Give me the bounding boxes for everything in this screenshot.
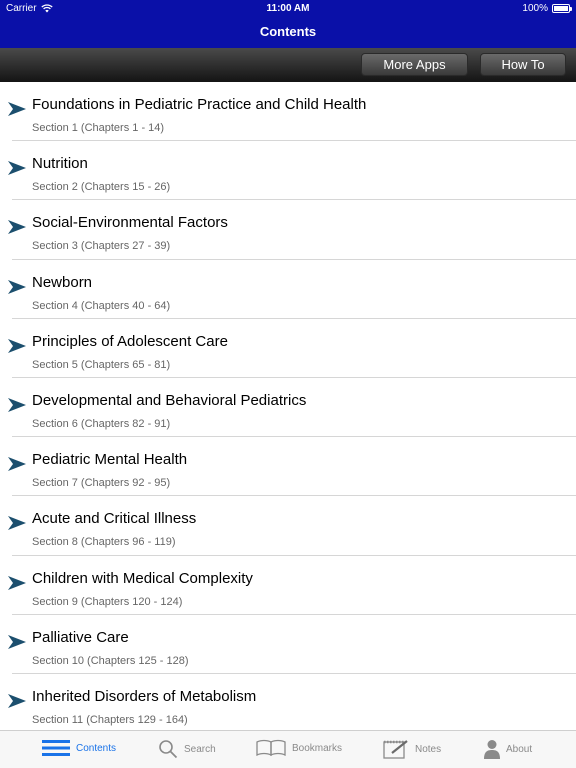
battery-icon <box>552 4 572 13</box>
page-title: Contents <box>259 24 317 39</box>
tab-search[interactable]: Search <box>158 739 216 759</box>
section-title: Newborn <box>32 273 93 291</box>
section-title: Palliative Care <box>32 628 129 646</box>
section-subtitle: Section 9 (Chapters 120 - 124) <box>32 595 183 608</box>
section-subtitle: Section 2 (Chapters 15 - 26) <box>32 181 171 194</box>
list-item[interactable]: Children with Medical Complexity Section … <box>0 556 576 615</box>
section-title: Developmental and Behavioral Pediatrics <box>32 391 307 409</box>
app-header: Carrier 11:00 AM 100% Contents <box>0 0 576 48</box>
list-item[interactable]: Pediatric Mental Health Section 7 (Chapte… <box>0 437 576 497</box>
battery-info: 100% <box>522 3 572 14</box>
list-icon <box>42 740 70 756</box>
section-subtitle: Section 3 (Chapters 27 - 39) <box>32 240 171 253</box>
tab-label: Search <box>184 743 216 755</box>
more-apps-button[interactable]: More Apps <box>361 53 468 76</box>
chevron-right-icon <box>8 516 26 531</box>
tab-label: About <box>506 743 533 755</box>
section-subtitle: Section 11 (Chapters 129 - 164) <box>32 713 188 726</box>
search-icon <box>159 740 178 759</box>
tab-label: Bookmarks <box>292 742 343 754</box>
tab-label: Contents <box>76 742 117 754</box>
section-subtitle: Section 5 (Chapters 65 - 81) <box>32 358 171 371</box>
chevron-right-icon <box>8 279 26 294</box>
chevron-right-icon <box>8 102 26 116</box>
section-list: Foundations in Pediatric Practice and Ch… <box>0 82 576 730</box>
list-item[interactable]: Foundations in Pediatric Practice and Ch… <box>0 82 576 142</box>
section-subtitle: Section 10 (Chapters 125 - 128) <box>32 654 189 667</box>
list-item[interactable]: Newborn Section 4 (Chapters 40 - 64) <box>0 260 576 319</box>
battery-percent: 100% <box>522 3 548 14</box>
toolbar: More Apps How To <box>0 48 576 82</box>
chevron-right-icon <box>8 220 26 235</box>
section-title: Principles of Adolescent Care <box>32 332 228 350</box>
status-time: 11:00 AM <box>266 3 310 14</box>
chevron-right-icon <box>8 397 26 412</box>
chevron-right-icon <box>8 457 26 472</box>
book-icon <box>256 739 286 757</box>
list-item[interactable]: Nutrition Section 2 (Chapters 15 - 26) <box>0 141 576 201</box>
section-subtitle: Section 1 (Chapters 1 - 14) <box>32 122 165 134</box>
tab-label: Notes <box>415 743 442 755</box>
section-title: Nutrition <box>32 155 88 173</box>
list-item[interactable]: Palliative Care Section 10 (Chapters 125 … <box>0 615 576 674</box>
list-item[interactable]: Inherited Disorders of Metabolism Section… <box>0 674 576 730</box>
tab-bookmarks[interactable]: Bookmarks <box>256 739 342 757</box>
tab-contents[interactable]: Contents <box>42 739 116 757</box>
section-title: Social-Environmental Factors <box>32 214 228 232</box>
section-title: Acute and Critical Illness <box>32 510 197 528</box>
section-subtitle: Section 8 (Chapters 96 - 119) <box>32 536 176 549</box>
section-title: Children with Medical Complexity <box>32 569 253 587</box>
section-title: Inherited Disorders of Metabolism <box>32 687 257 705</box>
chevron-right-icon <box>8 338 26 353</box>
how-to-button[interactable]: How To <box>480 53 566 76</box>
chevron-right-icon <box>8 693 26 708</box>
notes-icon <box>383 740 408 759</box>
section-subtitle: Section 4 (Chapters 40 - 64) <box>32 299 171 312</box>
section-title: Foundations in Pediatric Practice and Ch… <box>32 96 367 113</box>
chevron-right-icon <box>8 161 26 176</box>
list-item[interactable]: Acute and Critical Illness Section 8 (Cha… <box>0 496 576 556</box>
person-icon <box>484 740 500 759</box>
tab-notes[interactable]: Notes <box>383 739 441 759</box>
section-subtitle: Section 7 (Chapters 92 - 95) <box>32 477 171 490</box>
section-subtitle: Section 6 (Chapters 82 - 91) <box>32 417 171 430</box>
list-item[interactable]: Principles of Adolescent Care Section 5 (… <box>0 319 576 378</box>
chevron-right-icon <box>8 575 26 590</box>
status-bar: Carrier 11:00 AM 100% <box>0 0 576 17</box>
tab-bar: Contents Search Bookmarks Notes About <box>0 730 576 768</box>
section-title: Pediatric Mental Health <box>32 451 188 469</box>
chevron-right-icon <box>8 634 26 649</box>
list-item[interactable]: Social-Environmental Factors Section 3 (C… <box>0 200 576 260</box>
tab-about[interactable]: About <box>484 739 532 759</box>
list-item[interactable]: Developmental and Behavioral Pediatrics S… <box>0 378 576 438</box>
